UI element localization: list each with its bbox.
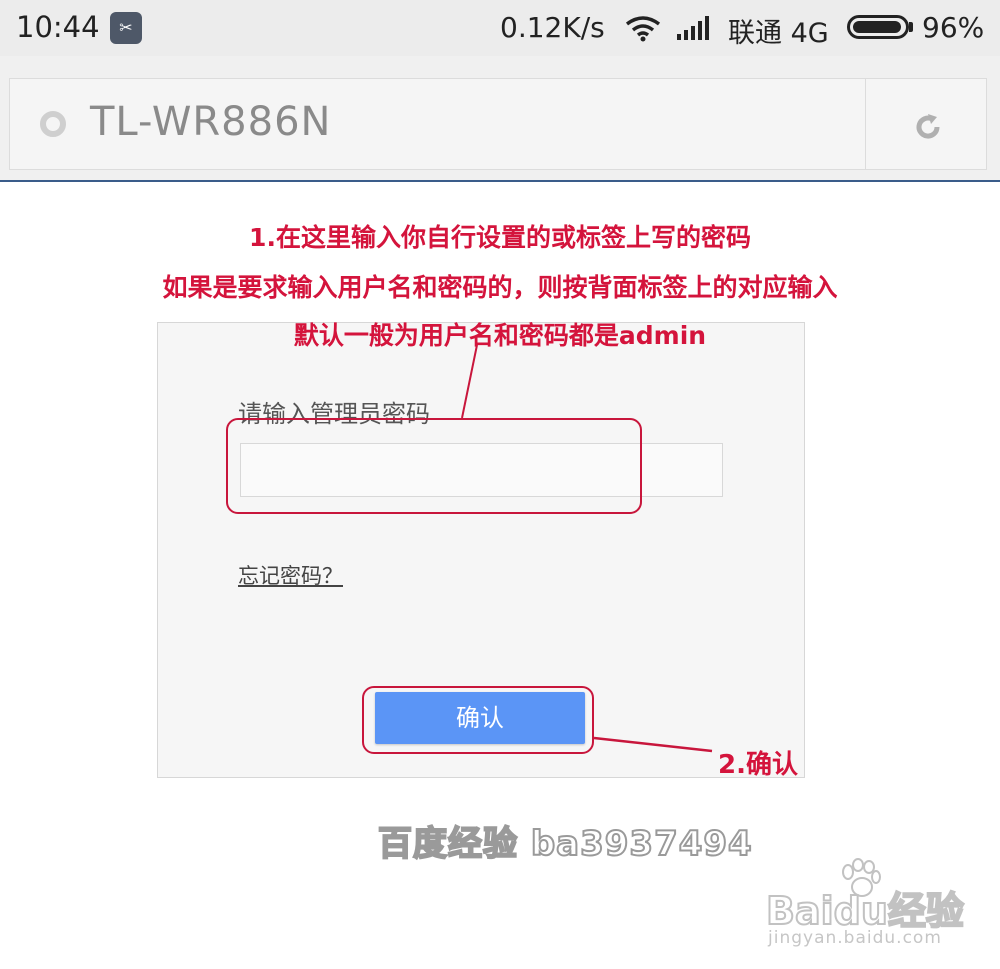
author-watermark: 百度经验 ba3937494 <box>377 823 753 865</box>
watermark-url: jingyan.baidu.com <box>768 928 942 948</box>
annotation-default-note: 默认一般为用户名和密码都是admin <box>293 321 707 350</box>
button-pointer-line <box>593 736 713 753</box>
annotation-step1: 1.在这里输入你自行设置的或标签上写的密码 <box>249 223 751 252</box>
baidu-jingyan-logo: Baidu经验 <box>765 888 965 934</box>
input-pointer-line <box>461 344 478 419</box>
annotation-step2: 2.确认 <box>718 750 798 780</box>
annotation-username-note: 如果是要求输入用户名和密码的，则按背面标签上的对应输入 <box>162 273 838 302</box>
